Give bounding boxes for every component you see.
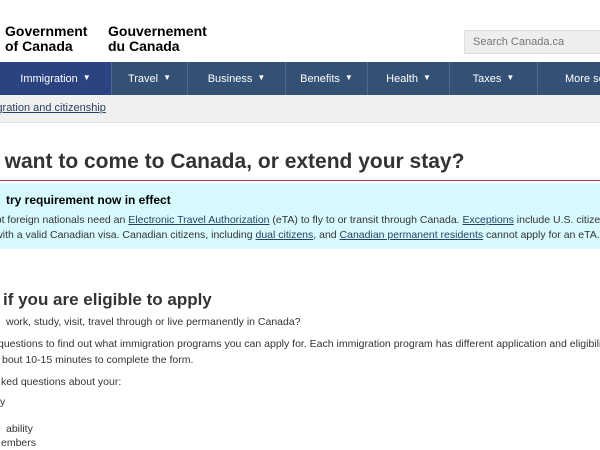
eligibility-list-item: ability: [6, 423, 33, 435]
menu-item-label: Benefits: [300, 72, 340, 85]
page-title: u want to come to Canada, or extend your…: [0, 150, 465, 173]
menu-item-immigration[interactable]: Immigration ▼: [0, 62, 112, 95]
eligibility-heading: if you are eligible to apply: [3, 290, 212, 309]
alert-text-span: mpt foreign nationals need an: [0, 214, 129, 226]
menu-item-health[interactable]: Health ▼: [368, 62, 450, 95]
alert-text-span: include U.S. citizens: [516, 214, 600, 226]
breadcrumb-link-immigration[interactable]: igration and citizenship: [0, 102, 106, 114]
signature-en-line1: Government: [5, 23, 88, 39]
site-header: Government of Canada Gouvernement du Can…: [0, 0, 600, 62]
dual-citizens-link[interactable]: dual citizens: [255, 229, 313, 241]
alert-line-1: mpt foreign nationals need an Electronic…: [0, 213, 600, 228]
breadcrumb: igration and citizenship: [0, 95, 600, 123]
menu-item-taxes[interactable]: Taxes ▼: [450, 62, 538, 95]
eta-alert: try requirement now in effect mpt foreig…: [0, 183, 600, 249]
exceptions-link[interactable]: Exceptions: [463, 214, 514, 226]
title-underline: [0, 180, 600, 181]
alert-text-span: (eTA) to fly to or transit through Canad…: [269, 214, 463, 226]
eligibility-questions-label: ked questions about your:: [1, 376, 122, 388]
alert-heading: try requirement now in effect: [6, 193, 171, 207]
menu-item-travel[interactable]: Travel ▼: [112, 62, 188, 95]
eligibility-intro: questions to find out what immigration p…: [0, 338, 600, 350]
menu-item-label: Taxes: [472, 72, 502, 85]
chevron-down-icon: ▼: [344, 73, 353, 82]
menu-item-label: Health: [386, 72, 418, 85]
signature-en-line2: of Canada: [5, 38, 73, 54]
alert-text: mpt foreign nationals need an Electronic…: [0, 213, 600, 243]
menu-item-more[interactable]: More se: [538, 62, 600, 95]
menu-item-label: Business: [207, 72, 253, 85]
eligibility-question: work, study, visit, travel through or li…: [6, 316, 301, 328]
eligibility-list-item: embers: [1, 437, 37, 449]
government-signature-fr[interactable]: Gouvernement du Canada: [108, 24, 207, 54]
chevron-down-icon: ▼: [257, 73, 266, 82]
chevron-down-icon: ▼: [82, 73, 91, 82]
chevron-down-icon: ▼: [163, 73, 172, 82]
chevron-down-icon: ▼: [422, 73, 431, 82]
main-menu: Immigration ▼ Travel ▼ Business ▼ Benefi…: [0, 62, 600, 95]
signature-fr-line1: Gouvernement: [108, 23, 207, 39]
alert-text-span: s with a valid Canadian visa. Canadian c…: [0, 229, 256, 241]
eligibility-duration: bout 10-15 minutes to complete the form.: [2, 354, 194, 366]
menu-item-label: Immigration: [20, 72, 78, 85]
menu-item-label: More se: [565, 72, 600, 85]
menu-item-benefits[interactable]: Benefits ▼: [286, 62, 368, 95]
signature-fr-line2: du Canada: [108, 38, 180, 54]
alert-text-span: , and: [313, 229, 340, 241]
menu-item-business[interactable]: Business ▼: [188, 62, 286, 95]
search-input[interactable]: [464, 30, 600, 54]
alert-line-2: s with a valid Canadian visa. Canadian c…: [0, 228, 600, 243]
permanent-residents-link[interactable]: Canadian permanent residents: [340, 229, 484, 241]
government-signature-en[interactable]: Government of Canada: [5, 24, 87, 54]
eta-link[interactable]: Electronic Travel Authorization: [128, 214, 269, 226]
alert-text-span: cannot apply for an eTA.: [483, 229, 600, 241]
chevron-down-icon: ▼: [506, 73, 515, 82]
eligibility-list-item: y: [0, 396, 6, 408]
menu-item-label: Travel: [127, 72, 159, 85]
